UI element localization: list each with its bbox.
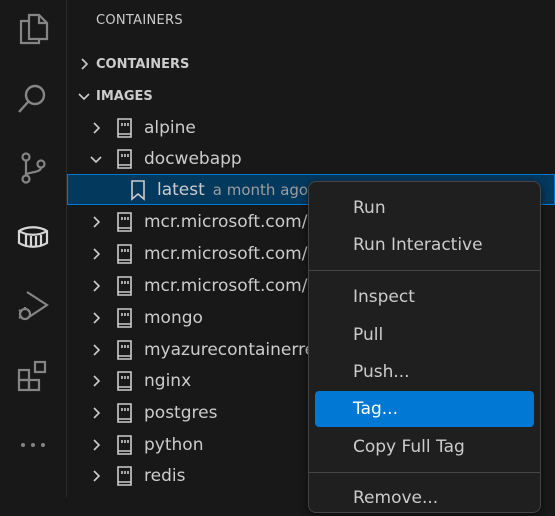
run-debug-icon[interactable] [13,286,53,326]
context-menu: Run Run Interactive Inspect Pull Push...… [308,181,541,513]
image-item-alpine[interactable]: alpine [67,112,555,143]
search-icon[interactable] [13,79,53,119]
menu-item-tag[interactable]: Tag... [315,391,534,427]
image-icon [117,243,132,264]
chevron-right-icon [93,374,101,387]
image-label: nginx [144,370,192,391]
image-icon [117,275,132,296]
section-containers[interactable]: CONTAINERS [67,49,555,79]
tag-description: a month ago [212,180,309,199]
menu-separator [309,270,540,271]
menu-item-label: Pull [353,325,384,345]
chevron-right-icon [93,121,101,134]
explorer-icon[interactable] [13,9,53,49]
menu-item-copy-full-tag[interactable]: Copy Full Tag [315,429,534,465]
chevron-right-icon [81,58,89,70]
chevron-right-icon [93,343,101,356]
sidebar-title: CONTAINERS [96,13,183,28]
menu-item-label: Run Interactive [353,235,483,255]
image-icon [117,370,132,391]
menu-item-label: Push... [353,362,410,382]
image-label: alpine [144,117,196,138]
image-label: mcr.microsoft.com/d [144,211,319,232]
image-label: myazurecontainerre [144,339,316,360]
image-icon [117,339,132,360]
image-icon [117,117,132,138]
chevron-right-icon [93,279,101,292]
more-icon[interactable] [13,425,53,465]
chevron-down-icon [90,155,102,163]
image-icon [117,434,132,455]
image-label: docwebapp [144,148,242,169]
image-icon [117,307,132,328]
menu-item-label: Run [353,198,386,218]
containers-icon[interactable] [13,217,53,257]
menu-separator [309,472,540,473]
extensions-icon[interactable] [13,356,53,396]
menu-item-push[interactable]: Push... [315,354,534,390]
image-label: mcr.microsoft.com/d [144,275,319,296]
chevron-right-icon [93,311,101,324]
menu-item-run[interactable]: Run [315,190,534,226]
chevron-right-icon [93,438,101,451]
section-images[interactable]: IMAGES [67,81,555,111]
image-label: mongo [144,307,203,328]
image-item-docwebapp[interactable]: docwebapp [67,143,555,174]
tag-icon [131,179,145,201]
image-icon [117,402,132,423]
chevron-right-icon [93,215,101,228]
menu-item-remove[interactable]: Remove... [315,480,534,516]
menu-item-pull[interactable]: Pull [315,317,534,353]
chevron-down-icon [78,93,90,101]
menu-item-label: Tag... [353,399,398,419]
section-label: IMAGES [96,88,153,104]
menu-item-run-interactive[interactable]: Run Interactive [315,227,534,263]
image-label: redis [144,465,186,486]
section-label: CONTAINERS [96,56,190,72]
image-label: mcr.microsoft.com/d [144,243,319,264]
activity-bar [0,0,67,497]
chevron-right-icon [93,406,101,419]
chevron-right-icon [93,469,101,482]
menu-item-inspect[interactable]: Inspect [315,279,534,315]
image-icon [117,211,132,232]
chevron-right-icon [93,247,101,260]
image-label: postgres [144,402,218,423]
image-label: python [144,434,204,455]
menu-item-label: Remove... [353,488,439,508]
tag-label: latest [157,179,205,200]
image-icon [117,465,132,486]
image-icon [117,148,132,169]
source-control-icon[interactable] [13,148,53,188]
menu-item-label: Inspect [353,287,415,307]
menu-item-label: Copy Full Tag [353,437,465,457]
